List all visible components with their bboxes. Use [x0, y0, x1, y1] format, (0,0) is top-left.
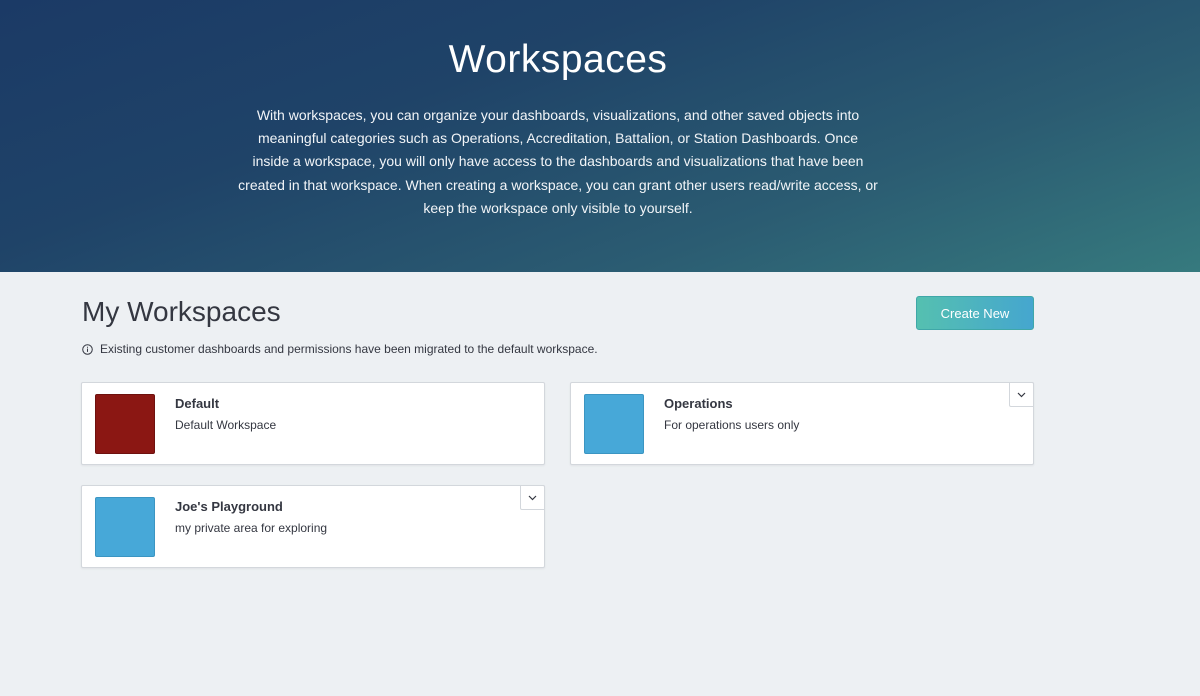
migration-notice: Existing customer dashboards and permiss… — [82, 342, 598, 356]
workspace-name: Operations — [664, 396, 733, 411]
hero-description: With workspaces, you can organize your d… — [238, 107, 878, 216]
page-title: Workspaces — [448, 38, 668, 81]
workspace-description: my private area for exploring — [175, 521, 328, 535]
workspace-description: For operations users only — [664, 418, 800, 432]
chevron-down-icon — [1017, 392, 1026, 397]
workspace-color-swatch — [584, 394, 644, 454]
chevron-down-icon — [528, 495, 537, 500]
info-circle-icon — [82, 343, 93, 355]
hero-banner: Workspaces With workspaces, you can orga… — [0, 0, 1200, 272]
create-new-button[interactable]: Create New — [916, 296, 1034, 330]
workspace-name: Joe's Playground — [175, 499, 283, 514]
workspace-menu-button[interactable] — [1009, 382, 1034, 407]
workspace-card-default[interactable]: Default Default Workspace — [81, 382, 545, 465]
workspace-menu-button[interactable] — [520, 485, 545, 510]
workspace-card-operations[interactable]: Operations For operations users only — [570, 382, 1034, 465]
section-title: My Workspaces — [82, 296, 281, 327]
workspace-name: Default — [175, 396, 220, 411]
workspace-color-swatch — [95, 497, 155, 557]
workspace-card-joes-playground[interactable]: Joe's Playground my private area for exp… — [81, 485, 545, 568]
notice-text: Existing customer dashboards and permiss… — [100, 342, 598, 356]
workspace-color-swatch — [95, 394, 155, 454]
workspace-description: Default Workspace — [175, 418, 277, 432]
